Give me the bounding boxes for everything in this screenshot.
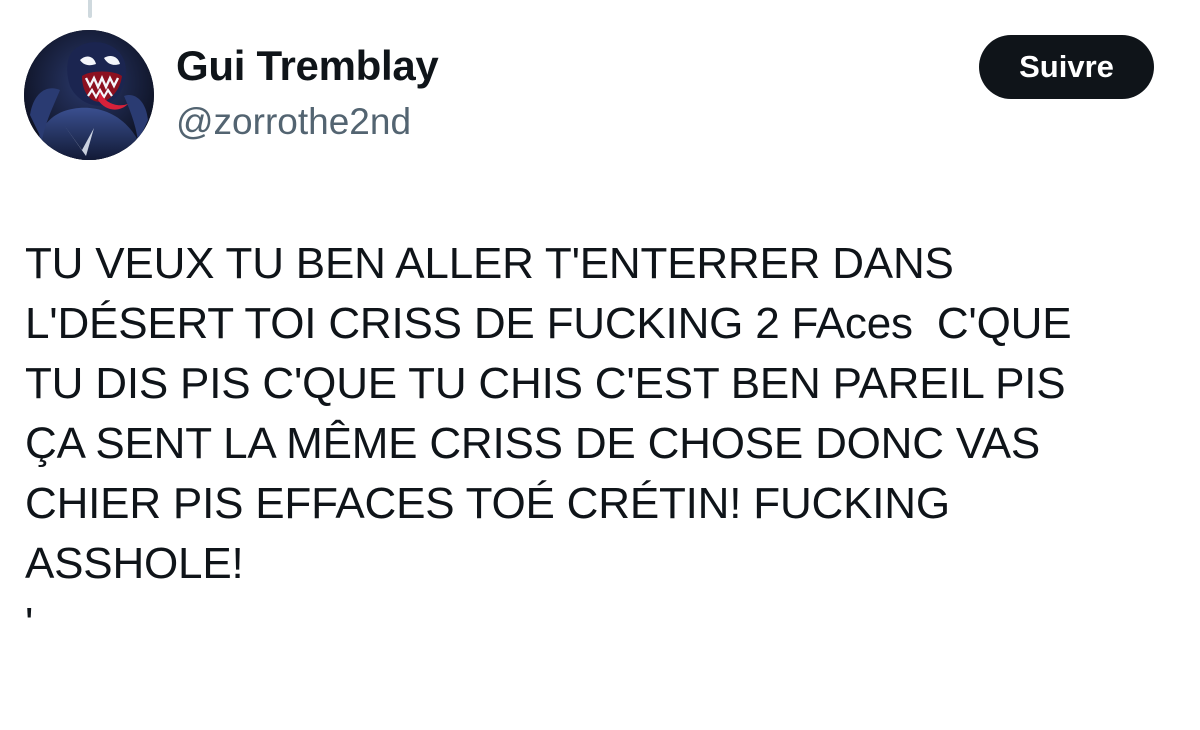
venom-avatar-icon — [24, 30, 154, 160]
author-handle[interactable]: @zorrothe2nd — [176, 101, 411, 143]
avatar[interactable] — [24, 30, 154, 160]
author-display-name[interactable]: Gui Tremblay — [176, 42, 439, 90]
follow-button[interactable]: Suivre — [979, 35, 1154, 99]
thread-connector-line — [88, 0, 92, 18]
tweet-text: TU VEUX TU BEN ALLER T'ENTERRER DANS L'D… — [25, 239, 1072, 648]
